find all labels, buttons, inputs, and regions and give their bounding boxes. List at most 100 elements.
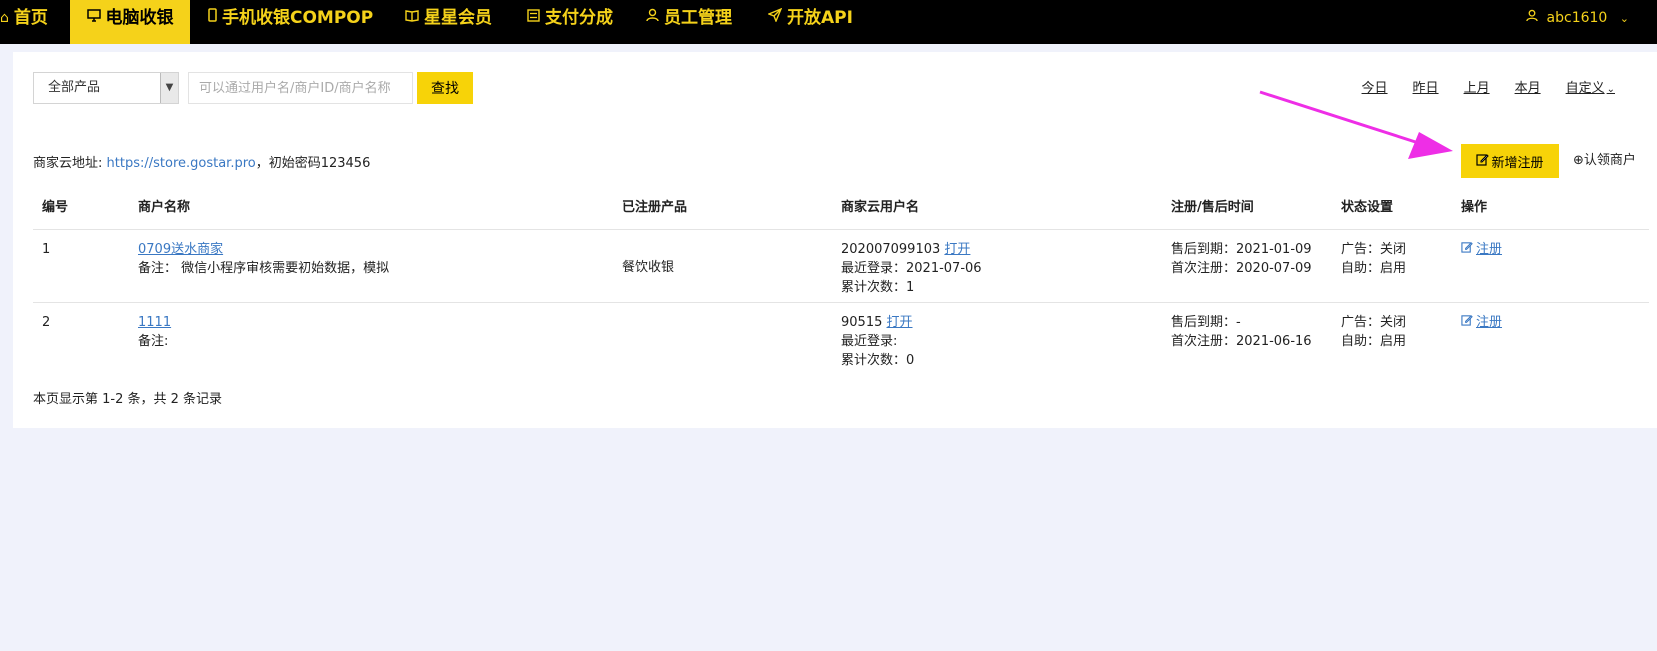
pagination-summary: 本页显示第 1-2 条，共 2 条记录 [33, 392, 223, 407]
chevron-down-icon: ⌄ [1606, 84, 1615, 95]
register-label: 注册 [1476, 315, 1503, 330]
user-icon [1526, 9, 1542, 26]
ad-status[interactable]: 广告：关闭 [1341, 240, 1406, 259]
expire-date: 售后到期：- [1171, 315, 1241, 330]
time-cell: 售后到期：- 首次注册：2021-06-16 [1171, 313, 1312, 351]
open-link[interactable]: 打开 [944, 242, 970, 257]
status-cell: 广告：关闭 自助：启用 [1341, 240, 1406, 278]
merchant-note: 备注: [138, 334, 169, 349]
header-cloud-username: 商家云用户名 [841, 200, 920, 215]
product-cell: 餐饮收银 [622, 260, 675, 275]
list-icon [527, 0, 540, 36]
table-header: 编号 商户名称 已注册产品 商家云用户名 注册/售后时间 状态设置 操作 [33, 193, 1649, 230]
edit-icon [1461, 240, 1473, 259]
nav-item-label: 星星会员 [424, 8, 492, 28]
edit-icon [1461, 313, 1473, 332]
row-no: 1 [42, 242, 51, 257]
nav-item-mobile-cashier[interactable]: 手机收银COMPOP [208, 0, 373, 44]
nav-item-label: 首页 [13, 8, 48, 28]
edit-icon [1476, 153, 1490, 170]
book-icon [405, 0, 419, 36]
nav-item-member[interactable]: 星星会员 [405, 0, 492, 44]
claim-merchant-label: 认领商户 [1583, 153, 1636, 168]
table-row: 1 0709送水商家 备注： 微信小程序审核需要初始数据，模拟 餐饮收银 202… [33, 230, 1649, 303]
user-icon [646, 0, 659, 36]
new-register-button[interactable]: 新增注册 [1461, 144, 1559, 178]
new-register-label: 新增注册 [1491, 155, 1544, 171]
cloud-user-cell: 202007099103 打开 最近登录：2021-07-06 累计次数：1 [841, 240, 982, 297]
expire-date: 售后到期：2021-01-09 [1171, 242, 1312, 257]
mobile-icon [208, 0, 217, 36]
date-filter-this-month[interactable]: 本月 [1515, 77, 1541, 96]
register-label: 注册 [1476, 242, 1503, 257]
merchant-name-link[interactable]: 0709送水商家 [138, 240, 389, 259]
home-icon: ⌂ [0, 10, 9, 26]
operation-cell: 注册 [1461, 313, 1502, 332]
header-merchant-name: 商户名称 [138, 200, 191, 215]
self-service-status[interactable]: 自助：启用 [1341, 332, 1406, 351]
main-panel: 全部产品 ▼ 查找 今日 昨日 上月 本月 自定义⌄ 商家云地址: https:… [13, 52, 1657, 428]
chevron-down-icon: ▼ [160, 73, 178, 103]
merchant-cell: 1111 备注: [138, 313, 171, 351]
claim-merchant-button[interactable]: ⊕认领商户 [1573, 144, 1636, 178]
date-filter-today[interactable]: 今日 [1362, 77, 1388, 96]
register-link[interactable]: 注册 [1461, 315, 1502, 330]
merchant-table: 编号 商户名称 已注册产品 商家云用户名 注册/售后时间 状态设置 操作 1 0… [33, 193, 1649, 375]
header-status: 状态设置 [1341, 200, 1394, 215]
nav-item-label: 员工管理 [664, 8, 732, 28]
chevron-down-icon: ⌄ [1619, 12, 1629, 25]
nav-item-label: 开放API [787, 8, 853, 28]
top-nav: ⌂ 首页 电脑收银 手机收银COMPOP 星星会员 支付分成 员工管理 开放AP… [0, 0, 1657, 44]
nav-item-label: 支付分成 [545, 8, 613, 28]
register-link[interactable]: 注册 [1461, 242, 1502, 257]
date-filter-custom-label: 自定义 [1565, 81, 1605, 96]
product-select-value: 全部产品 [48, 80, 101, 95]
target-icon: ⊕ [1573, 153, 1584, 168]
login-count: 累计次数：0 [841, 353, 915, 368]
operation-cell: 注册 [1461, 240, 1502, 259]
merchant-name-link[interactable]: 1111 [138, 313, 171, 332]
date-filters: 今日 昨日 上月 本月 自定义 ⌄ [1337, 77, 1615, 96]
username: abc1610 [1546, 10, 1608, 26]
send-icon [767, 0, 783, 36]
monitor-icon [86, 0, 101, 36]
cloud-username: 202007099103 [841, 242, 941, 257]
nav-item-staff[interactable]: 员工管理 [646, 0, 732, 44]
row-no: 2 [42, 315, 51, 330]
last-login: 最近登录: [841, 334, 898, 349]
search-button[interactable]: 查找 [417, 72, 473, 104]
last-login: 最近登录：2021-07-06 [841, 261, 982, 276]
search-input[interactable] [188, 72, 413, 104]
header-product: 已注册产品 [622, 200, 688, 215]
ad-status[interactable]: 广告：关闭 [1341, 313, 1406, 332]
header-no: 编号 [42, 200, 69, 215]
table-row: 2 1111 备注: 90515 打开 最近登录: 累计次数：0 售后到期：- … [33, 303, 1649, 375]
nav-item-label: 手机收银COMPOP [222, 8, 374, 28]
date-filter-custom[interactable]: 自定义 ⌄ [1566, 77, 1615, 96]
nav-item-home[interactable]: ⌂ 首页 [0, 0, 58, 44]
first-register-date: 首次注册：2021-06-16 [1171, 334, 1312, 349]
first-register-date: 首次注册：2020-07-09 [1171, 261, 1312, 276]
header-time: 注册/售后时间 [1171, 200, 1254, 215]
self-service-status[interactable]: 自助：启用 [1341, 259, 1406, 278]
cloud-prefix: 商家云地址: [33, 156, 107, 171]
cloud-address-line: 商家云地址: https://store.gostar.pro，初始密码1234… [33, 152, 370, 171]
merchant-cell: 0709送水商家 备注： 微信小程序审核需要初始数据，模拟 [138, 240, 389, 278]
product-select[interactable]: 全部产品 ▼ [33, 72, 179, 104]
cloud-user-cell: 90515 打开 最近登录: 累计次数：0 [841, 313, 914, 370]
login-count: 累计次数：1 [841, 280, 915, 295]
cloud-username: 90515 [841, 315, 883, 330]
date-filter-yesterday[interactable]: 昨日 [1413, 77, 1439, 96]
open-link[interactable]: 打开 [887, 315, 913, 330]
user-menu[interactable]: abc1610 ⌄ [1526, 0, 1629, 37]
header-operation: 操作 [1461, 200, 1488, 215]
status-cell: 广告：关闭 自助：启用 [1341, 313, 1406, 351]
time-cell: 售后到期：2021-01-09 首次注册：2020-07-09 [1171, 240, 1312, 278]
nav-item-open-api[interactable]: 开放API [767, 0, 853, 44]
cloud-url[interactable]: https://store.gostar.pro [107, 156, 256, 171]
nav-item-pc-cashier[interactable]: 电脑收银 [70, 0, 190, 44]
nav-item-payment-share[interactable]: 支付分成 [527, 0, 613, 44]
merchant-note: 备注： 微信小程序审核需要初始数据，模拟 [138, 261, 390, 276]
nav-item-label: 电脑收银 [105, 8, 174, 28]
date-filter-last-month[interactable]: 上月 [1464, 77, 1490, 96]
